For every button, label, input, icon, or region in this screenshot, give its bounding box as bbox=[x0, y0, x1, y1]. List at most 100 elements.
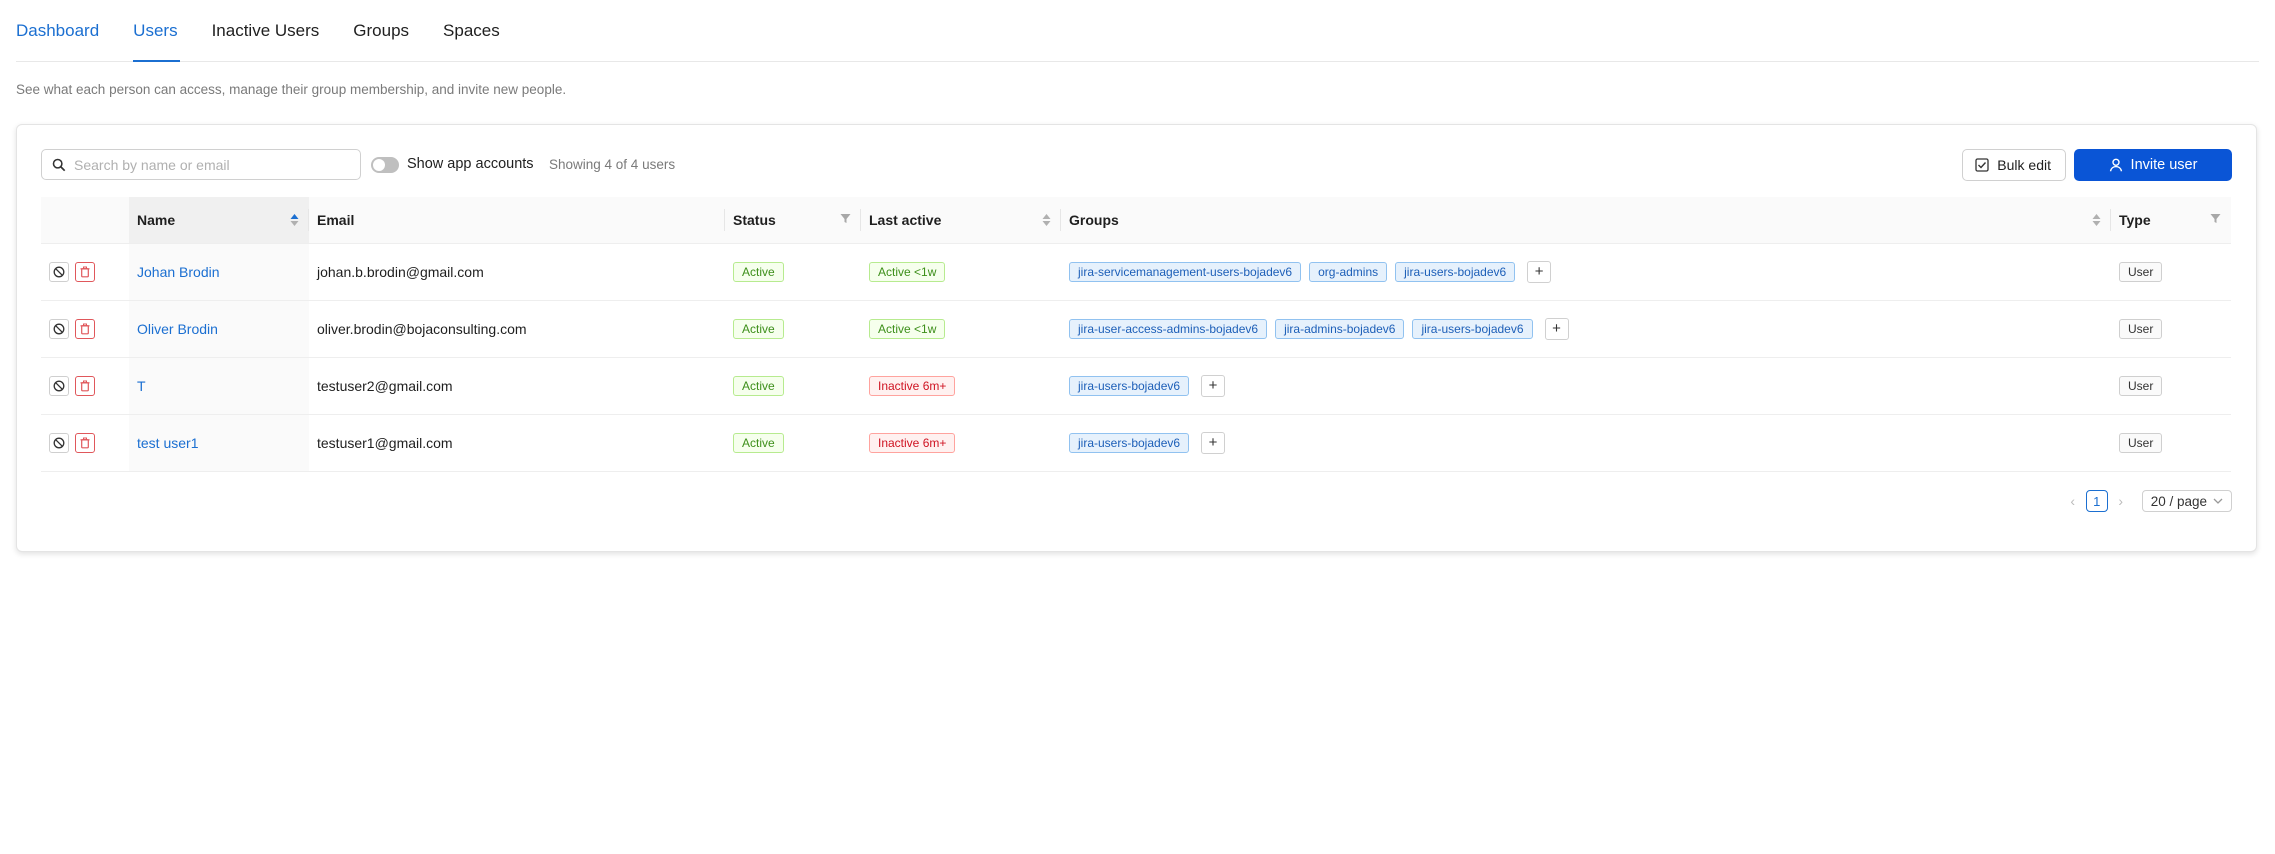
user-name-link[interactable]: Johan Brodin bbox=[137, 264, 220, 280]
name-cell: test user1 bbox=[129, 414, 309, 472]
tab-dashboard[interactable]: Dashboard bbox=[16, 21, 101, 61]
groups-cell: jira-servicemanagement-users-bojadev6 org… bbox=[1061, 243, 2111, 301]
deactivate-user-button[interactable] bbox=[49, 375, 69, 396]
tab-inactive-users[interactable]: Inactive Users bbox=[212, 21, 322, 61]
group-tag[interactable]: jira-user-access-admins-bojadev6 bbox=[1069, 318, 1268, 339]
user-count-text: Showing 4 of 4 users bbox=[549, 157, 676, 172]
search-box[interactable] bbox=[41, 149, 361, 180]
group-tag[interactable]: jira-servicemanagement-users-bojadev6 bbox=[1069, 261, 1302, 282]
delete-user-button[interactable] bbox=[75, 318, 95, 339]
trash-icon bbox=[80, 380, 90, 391]
type-cell: User bbox=[2111, 243, 2231, 301]
email-cell: johan.b.brodin@gmail.com bbox=[309, 243, 725, 301]
add-group-button[interactable]: + bbox=[1201, 374, 1226, 397]
type-badge: User bbox=[2119, 318, 2163, 339]
type-badge: User bbox=[2119, 432, 2163, 453]
add-group-button[interactable]: + bbox=[1527, 260, 1552, 283]
last-active-header-label: Last active bbox=[869, 211, 942, 228]
sort-icon[interactable] bbox=[290, 213, 299, 227]
groups-cell: jira-users-bojadev6 + bbox=[1061, 357, 2111, 415]
deactivate-user-button[interactable] bbox=[49, 261, 69, 282]
tab-spaces[interactable]: Spaces bbox=[443, 21, 502, 61]
block-icon bbox=[53, 323, 65, 334]
type-cell: User bbox=[2111, 357, 2231, 415]
group-tag[interactable]: jira-admins-bojadev6 bbox=[1275, 318, 1405, 339]
name-header-label: Name bbox=[137, 211, 176, 228]
status-header-label: Status bbox=[733, 211, 776, 228]
page-number-button[interactable]: 1 bbox=[2085, 490, 2108, 512]
groups-column-header[interactable]: Groups bbox=[1061, 197, 2111, 244]
type-column-header[interactable]: Type bbox=[2111, 197, 2231, 244]
next-page-icon[interactable]: › bbox=[2110, 493, 2132, 509]
block-icon bbox=[53, 437, 65, 448]
group-tag[interactable]: jira-users-bojadev6 bbox=[1412, 318, 1533, 339]
actions-column-header bbox=[41, 197, 129, 244]
page-size-select[interactable]: 20 / page bbox=[2141, 490, 2232, 512]
email-cell: oliver.brodin@bojaconsulting.com bbox=[309, 300, 725, 358]
type-cell: User bbox=[2111, 414, 2231, 472]
prev-page-icon[interactable]: ‹ bbox=[2062, 493, 2084, 509]
add-group-button[interactable]: + bbox=[1544, 317, 1569, 340]
delete-user-button[interactable] bbox=[75, 432, 95, 453]
user-name-link[interactable]: T bbox=[137, 378, 146, 394]
users-table: Name Email Status Last active Groups Typ… bbox=[41, 197, 2231, 472]
row-actions-cell bbox=[41, 243, 129, 301]
groups-header-label: Groups bbox=[1069, 211, 1119, 228]
email-cell: testuser1@gmail.com bbox=[309, 414, 725, 472]
filter-icon[interactable] bbox=[2210, 213, 2221, 224]
tab-groups[interactable]: Groups bbox=[353, 21, 411, 61]
table-row: Johan Brodin johan.b.brodin@gmail.com Ac… bbox=[41, 243, 2231, 301]
block-icon bbox=[53, 266, 65, 277]
type-header-label: Type bbox=[2119, 211, 2151, 228]
chevron-down-icon bbox=[2213, 498, 2223, 504]
block-icon bbox=[53, 380, 65, 391]
group-tag[interactable]: jira-users-bojadev6 bbox=[1395, 261, 1516, 282]
status-cell: Active bbox=[725, 300, 861, 358]
delete-user-button[interactable] bbox=[75, 261, 95, 282]
deactivate-user-button[interactable] bbox=[49, 318, 69, 339]
name-cell: Oliver Brodin bbox=[129, 300, 309, 358]
last-active-column-header[interactable]: Last active bbox=[861, 197, 1061, 244]
tab-users[interactable]: Users bbox=[133, 21, 180, 62]
name-cell: T bbox=[129, 357, 309, 415]
show-app-accounts-toggle[interactable] bbox=[371, 157, 399, 173]
bulk-edit-button[interactable]: Bulk edit bbox=[1962, 149, 2066, 181]
users-card: Show app accounts Showing 4 of 4 users B… bbox=[16, 124, 2257, 552]
status-cell: Active bbox=[725, 243, 861, 301]
group-tag[interactable]: jira-users-bojadev6 bbox=[1069, 375, 1190, 396]
search-icon bbox=[52, 158, 66, 171]
group-tag[interactable]: jira-users-bojadev6 bbox=[1069, 432, 1190, 453]
status-badge: Active bbox=[733, 318, 784, 339]
group-tag[interactable]: org-admins bbox=[1309, 261, 1388, 282]
sort-icon[interactable] bbox=[1042, 213, 1051, 227]
table-row: T testuser2@gmail.com Active Inactive 6m… bbox=[41, 357, 2231, 415]
row-actions-cell bbox=[41, 300, 129, 358]
status-cell: Active bbox=[725, 414, 861, 472]
pagination: ‹ 1 › 20 / page bbox=[2062, 489, 2232, 513]
sort-icon[interactable] bbox=[2092, 213, 2101, 227]
add-group-button[interactable]: + bbox=[1201, 431, 1226, 454]
status-cell: Active bbox=[725, 357, 861, 415]
last-active-badge: Active <1w bbox=[869, 261, 946, 282]
page-size-value: 20 / page bbox=[2150, 493, 2207, 509]
name-column-header[interactable]: Name bbox=[129, 197, 309, 244]
status-column-header[interactable]: Status bbox=[725, 197, 861, 244]
name-cell: Johan Brodin bbox=[129, 243, 309, 301]
last-active-badge: Active <1w bbox=[869, 318, 946, 339]
email-column-header: Email bbox=[309, 197, 725, 244]
bulk-edit-label: Bulk edit bbox=[1997, 157, 2051, 173]
last-active-badge: Inactive 6m+ bbox=[869, 375, 956, 396]
last-active-cell: Active <1w bbox=[861, 300, 1061, 358]
filter-icon[interactable] bbox=[840, 213, 851, 224]
search-input[interactable] bbox=[74, 156, 344, 173]
deactivate-user-button[interactable] bbox=[49, 432, 69, 453]
page-description: See what each person can access, manage … bbox=[16, 82, 567, 97]
invite-user-button[interactable]: Invite user bbox=[2074, 149, 2232, 181]
user-name-link[interactable]: test user1 bbox=[137, 435, 198, 451]
email-header-label: Email bbox=[317, 211, 355, 228]
delete-user-button[interactable] bbox=[75, 375, 95, 396]
user-name-link[interactable]: Oliver Brodin bbox=[137, 321, 218, 337]
last-active-cell: Inactive 6m+ bbox=[861, 414, 1061, 472]
last-active-cell: Inactive 6m+ bbox=[861, 357, 1061, 415]
user-icon bbox=[2109, 158, 2122, 172]
